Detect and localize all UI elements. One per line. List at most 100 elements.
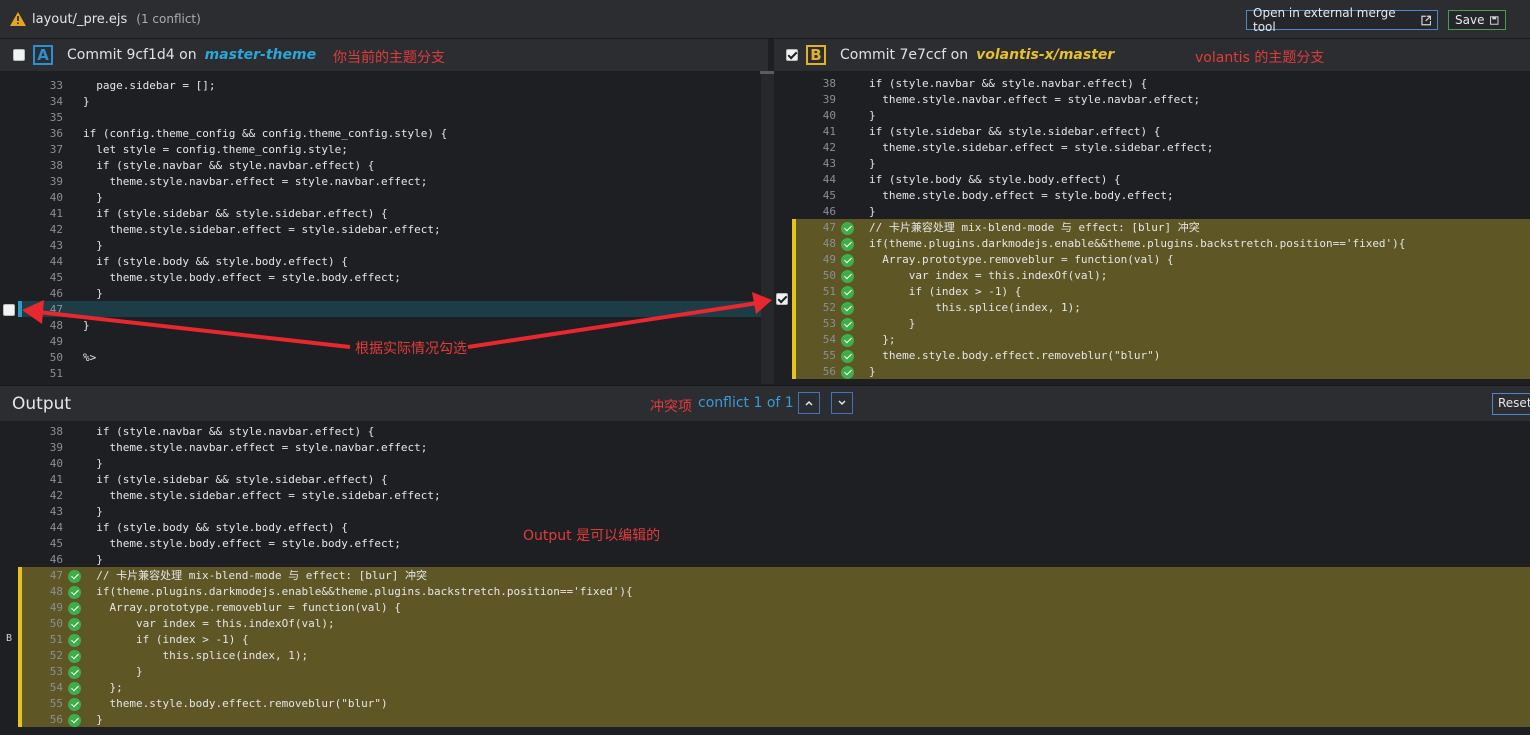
code-line[interactable]: 49 Array.prototype.removeblur = function… [792,252,1530,268]
line-resolved-icon[interactable] [68,649,81,663]
line-resolved-icon[interactable] [68,665,81,679]
code-line[interactable]: 46 } [0,552,1530,568]
code-line[interactable]: 47 // 卡片兼容处理 mix-blend-mode 与 effect: [bl… [792,220,1530,236]
code-line[interactable]: 49 Array.prototype.removeblur = function… [0,600,1530,616]
code-line[interactable]: 44 if (style.body && style.body.effect) … [0,520,1530,536]
code-line[interactable]: 52 this.splice(index, 1); [0,648,1530,664]
code-line[interactable]: 38 if (style.navbar && style.navbar.effec… [792,76,1530,92]
code-line[interactable]: 45 theme.style.body.effect = style.body.… [0,536,1530,552]
output-header: Output 冲突项 conflict 1 of 1 Reset [0,385,1530,422]
line-resolved-icon[interactable] [841,253,854,267]
pane-b-code[interactable]: 38 if (style.navbar && style.navbar.effec… [792,71,1530,384]
code-line[interactable]: 34} [0,94,774,110]
code-line[interactable]: 45 theme.style.body.effect = style.body.… [792,188,1530,204]
code-line[interactable]: 43} [792,156,1530,172]
code-line[interactable]: 44 if (style.body && style.body.effect) … [0,254,774,270]
code-line[interactable]: 56} [792,364,1530,380]
code-line[interactable]: 46 } [0,286,774,302]
pane-a-line-47-checkbox[interactable] [3,304,15,316]
code-line[interactable]: 52 this.splice(index, 1); [792,300,1530,316]
line-resolved-icon[interactable] [841,221,854,235]
line-resolved-icon[interactable] [68,569,81,583]
code-line[interactable]: 51 [0,366,774,382]
code-line[interactable]: 47 [0,302,774,318]
code-line[interactable]: 43 } [0,504,1530,520]
code-line[interactable]: 33 page.sidebar = []; [0,78,774,94]
code-line[interactable]: 50 var index = this.indexOf(val); [0,616,1530,632]
line-number: 56 [822,365,836,378]
line-resolved-icon[interactable] [841,269,854,283]
code-line[interactable]: 48 if(theme.plugins.darkmodejs.enable&&t… [0,584,1530,600]
code-line[interactable]: 42 theme.style.sidebar.effect = style.si… [0,222,774,238]
code-text: theme.style.navbar.effect = style.navbar… [83,441,428,454]
line-resolved-icon[interactable] [841,349,854,363]
next-conflict-button[interactable] [831,392,853,414]
code-line[interactable]: 48 if(theme.plugins.darkmodejs.enable&&th… [792,236,1530,252]
code-line[interactable]: 42 theme.style.sidebar.effect = style.si… [792,140,1530,156]
line-resolved-icon[interactable] [68,601,81,615]
pane-b-select-all-checkbox[interactable] [786,49,798,61]
code-line[interactable]: 45 theme.style.body.effect = style.body.… [0,270,774,286]
line-resolved-icon[interactable] [68,633,81,647]
line-number: 49 [822,253,836,266]
code-line[interactable]: 55 theme.style.body.effect.removeblur("b… [0,696,1530,712]
code-line[interactable]: 44 if (style.body && style.body.effect) { [792,172,1530,188]
code-line[interactable]: 40} [792,108,1530,124]
open-external-label: Open in external merge tool [1253,6,1396,34]
pane-a-select-all-checkbox[interactable] [13,49,25,61]
code-line[interactable]: 39 theme.style.navbar.effect = style.nav… [0,174,774,190]
code-line[interactable]: 56 } [0,712,1530,728]
code-line[interactable]: 51 if (index > -1) { [792,284,1530,300]
code-line[interactable]: 36 if (config.theme_config && config.them… [0,126,774,142]
code-line[interactable]: 43 } [0,238,774,254]
line-number: 45 [822,189,836,202]
code-text: Array.prototype.removeblur = function(va… [83,601,401,614]
code-line[interactable]: 37 let style = config.theme_config.style… [0,142,774,158]
code-line[interactable]: 50 var index = this.indexOf(val); [792,268,1530,284]
code-line[interactable]: 39 theme.style.navbar.effect = style.nav… [792,92,1530,108]
code-line[interactable]: 47 // 卡片兼容处理 mix-blend-mode 与 effect: [b… [0,568,1530,584]
code-line[interactable]: 42 theme.style.sidebar.effect = style.si… [0,488,1530,504]
save-button[interactable]: Save [1448,10,1506,30]
code-line[interactable]: 39 theme.style.navbar.effect = style.nav… [0,440,1530,456]
code-text: } [83,239,103,252]
reset-button[interactable]: Reset [1492,393,1530,415]
line-number: 38 [49,425,63,438]
code-line[interactable]: 53 } [792,316,1530,332]
line-resolved-icon[interactable] [68,697,81,711]
line-resolved-icon[interactable] [841,333,854,347]
code-text: if (style.sidebar && style.sidebar.effec… [83,207,388,220]
code-line[interactable]: 41 if (style.sidebar && style.sidebar.eff… [792,124,1530,140]
line-resolved-icon[interactable] [68,681,81,695]
code-line[interactable]: 55 theme.style.body.effect.removeblur("b… [792,348,1530,364]
open-external-merge-tool-button[interactable]: Open in external merge tool [1246,6,1438,34]
previous-conflict-button[interactable] [798,392,820,414]
line-resolved-icon[interactable] [841,237,854,251]
pane-a-scrollbar[interactable] [760,71,774,74]
pane-b-chunk-checkbox[interactable] [776,293,788,305]
code-line[interactable]: 54 }; [0,680,1530,696]
line-resolved-icon[interactable] [841,365,854,379]
code-line[interactable]: 54 }; [792,332,1530,348]
code-line[interactable]: 41 if (style.sidebar && style.sidebar.ef… [0,206,774,222]
line-resolved-icon[interactable] [68,617,81,631]
line-resolved-icon[interactable] [841,317,854,331]
code-line[interactable]: 38 if (style.navbar && style.navbar.effe… [0,158,774,174]
line-resolved-icon[interactable] [68,585,81,599]
code-line[interactable]: 51 if (index > -1) { [0,632,1530,648]
line-number: 49 [49,335,63,348]
code-line[interactable]: 53 } [0,664,1530,680]
code-line[interactable]: 35 [0,110,774,126]
code-line[interactable]: 40 } [0,190,774,206]
code-line[interactable]: 40 } [0,456,1530,472]
line-number: 40 [49,191,63,204]
line-resolved-icon[interactable] [841,301,854,315]
code-line[interactable]: 41 if (style.sidebar && style.sidebar.ef… [0,472,1530,488]
external-link-icon [1420,15,1431,25]
line-resolved-icon[interactable] [841,285,854,299]
output-editor[interactable]: 38 if (style.navbar && style.navbar.effe… [0,421,1530,735]
line-resolved-icon[interactable] [68,713,81,727]
code-line[interactable]: 46} [792,204,1530,220]
code-line[interactable]: 38 if (style.navbar && style.navbar.effe… [0,424,1530,440]
code-line[interactable]: 48} [0,318,774,334]
